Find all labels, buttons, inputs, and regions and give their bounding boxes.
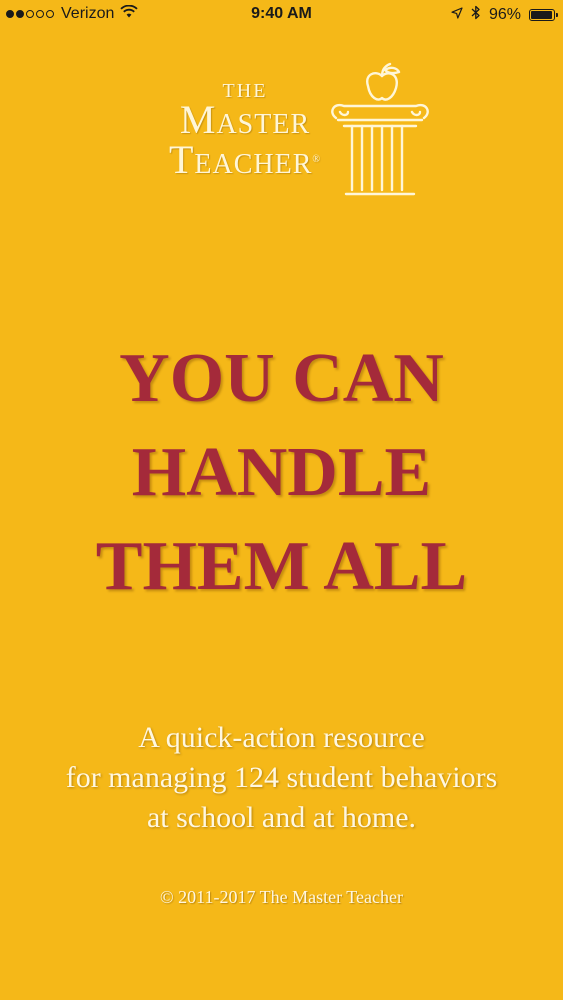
- status-right: 96%: [443, 5, 558, 25]
- subtitle-line-1: A quick-action resource: [138, 721, 425, 754]
- copyright-notice: © 2011-2017 The Master Teacher: [159, 887, 403, 907]
- bluetooth-icon: [471, 5, 481, 25]
- column-apple-icon: [331, 62, 429, 196]
- logo-teacher: Teacher®: [140, 140, 350, 180]
- headline-line-3: THEM ALL: [95, 528, 468, 605]
- registered-mark: ®: [312, 154, 322, 165]
- subtitle-line-3: at school and at home.: [146, 801, 417, 834]
- subtitle-line-2: for managing 124 student behaviors: [65, 761, 498, 794]
- battery-fill: [531, 11, 553, 19]
- subtitle: A quick-action resource for managing 124…: [0, 718, 563, 838]
- headline: YOU CAN HANDLE THEM ALL: [0, 332, 563, 614]
- logo-teacher-text: Teacher: [168, 137, 313, 182]
- battery-icon: [529, 9, 558, 21]
- battery-percent: 96%: [488, 6, 521, 23]
- headline-line-1: YOU CAN: [119, 340, 444, 417]
- headline-line-2: HANDLE: [131, 434, 432, 511]
- logo-master: Master: [179, 97, 311, 142]
- master-teacher-logo: THE Master Teacher®: [140, 62, 430, 197]
- status-bar: Verizon 9:40 AM 96%: [0, 0, 563, 30]
- battery-cap: [556, 13, 558, 17]
- location-arrow-icon: [451, 6, 463, 24]
